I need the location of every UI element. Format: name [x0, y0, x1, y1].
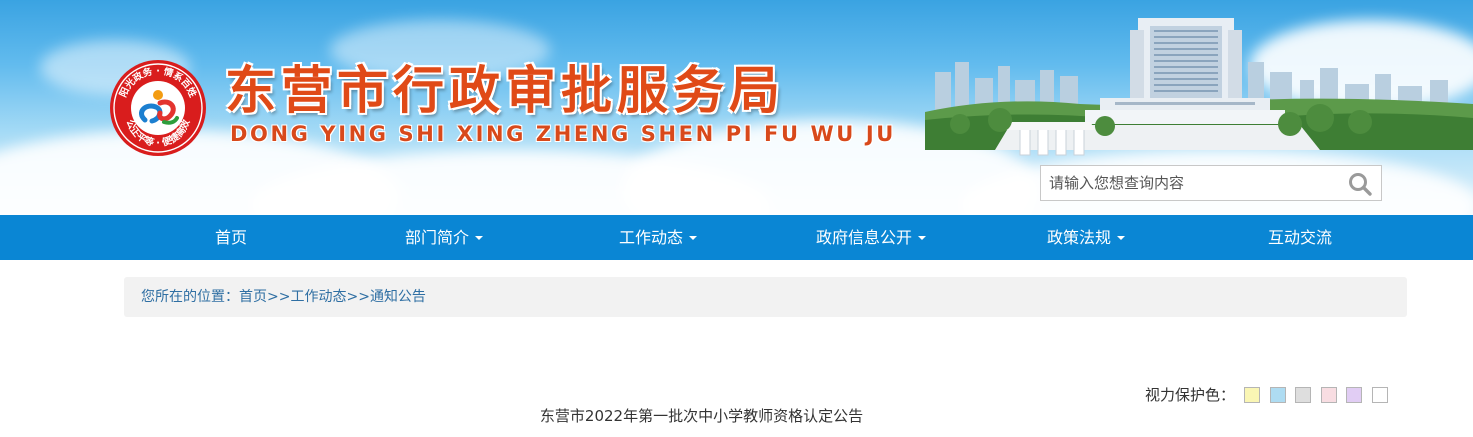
- caret-down-icon: [689, 236, 698, 240]
- breadcrumb: 您所在的位置：首页>>工作动态>>通知公告: [124, 277, 1407, 317]
- eye-protection-colors: 视力保护色：: [1145, 384, 1388, 404]
- site-title-en: DONG YING SHI XING ZHENG SHEN PI FU WU J…: [230, 122, 896, 146]
- color-swatch-blue[interactable]: [1269, 386, 1286, 403]
- search-box: [1040, 165, 1382, 201]
- breadcrumb-separator: >>: [346, 289, 370, 305]
- caret-down-icon: [1117, 236, 1126, 240]
- nav-item-home[interactable]: 首页: [215, 215, 247, 260]
- search-icon[interactable]: [1347, 171, 1373, 197]
- color-swatch-white[interactable]: [1371, 386, 1388, 403]
- nav-item-gov-info-disclosure[interactable]: 政府信息公开: [815, 215, 927, 260]
- nav-item-label: 首页: [214, 228, 248, 247]
- nav-item-work-news[interactable]: 工作动态: [618, 215, 698, 260]
- header-banner: 阳光政务 · 情系百姓 公正平等 · 便捷高效 东营市行政审批服务局 DONG …: [0, 0, 1473, 215]
- color-swatch-gray[interactable]: [1295, 386, 1312, 403]
- nav-item-label: 互动交流: [1267, 228, 1333, 247]
- eye-protection-label: 视力保护色：: [1145, 386, 1236, 404]
- breadcrumb-separator: >>: [267, 289, 291, 305]
- caret-down-icon: [918, 236, 927, 240]
- nav-item-interaction[interactable]: 互动交流: [1268, 215, 1332, 260]
- breadcrumb-link-notices[interactable]: 通知公告: [370, 289, 426, 305]
- breadcrumb-link-home[interactable]: 首页: [239, 289, 267, 305]
- search-input[interactable]: [1041, 166, 1341, 200]
- breadcrumb-link-work-news[interactable]: 工作动态: [290, 289, 346, 305]
- nav-item-label: 部门简介: [404, 228, 470, 247]
- site-title-cn: 东营市行政审批服务局: [225, 62, 786, 121]
- bureau-logo-emblem: 阳光政务 · 情系百姓 公正平等 · 便捷高效: [110, 60, 206, 156]
- color-swatch-pink[interactable]: [1320, 386, 1337, 403]
- color-swatch-purple[interactable]: [1346, 386, 1363, 403]
- caret-down-icon: [475, 236, 484, 240]
- nav-item-department-intro[interactable]: 部门简介: [404, 215, 484, 260]
- color-swatch-yellow[interactable]: [1244, 386, 1261, 403]
- nav-item-label: 政策法规: [1046, 228, 1112, 247]
- article-title: 东营市2022年第一批次中小学教师资格认定公告: [539, 407, 864, 425]
- nav-item-policies[interactable]: 政策法规: [1046, 215, 1126, 260]
- breadcrumb-prefix: 您所在的位置：: [141, 289, 239, 305]
- main-nav: 首页 部门简介 工作动态 政府信息公开 政策法规 互动交流: [0, 215, 1473, 260]
- nav-item-label: 政府信息公开: [815, 228, 913, 247]
- nav-item-label: 工作动态: [618, 228, 684, 247]
